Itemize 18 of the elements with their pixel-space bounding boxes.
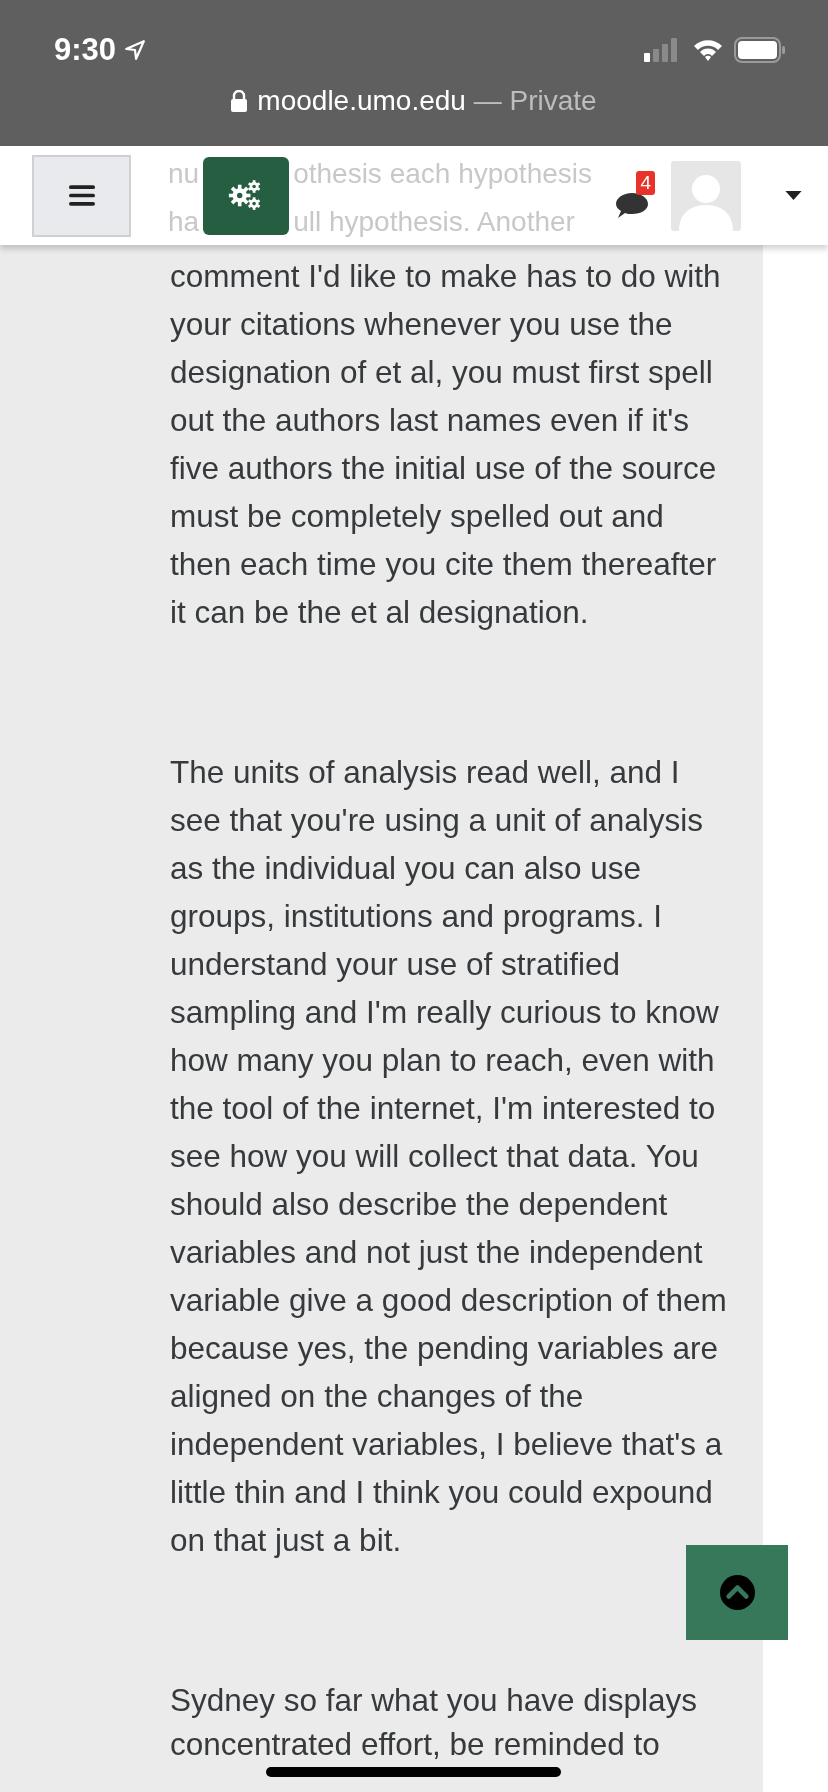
- signal-icon: [644, 38, 680, 62]
- wifi-icon: [692, 38, 724, 62]
- feedback-paragraph: Sydney so far what you have displays concentrated effort, be reminded to: [170, 1681, 699, 1764]
- battery-icon: [734, 37, 786, 63]
- chevron-up-icon: [719, 1575, 755, 1610]
- lock-icon: [231, 90, 248, 112]
- feedback-paragraph: comment I'd like to make has to do with your citations whenever you use the designation of et al, you must first spell out the authors last names even if it's five authors the initial use of the source must be completely spelled out and then each time you cite them thereafter it can be the et al designation.: [170, 257, 722, 632]
- address-text[interactable]: moodle.umo.edu — Private: [257, 85, 597, 117]
- settings-button[interactable]: [203, 156, 289, 235]
- feedback-paragraph: The units of analysis read well, and I see that you're using a unit of analysis as the individual you can also use groups, institutions and programs. I understand your use of stratified sampling and I'm really curious to know how many you plan to reach, even with the tool of the internet, I'm interested to see how you will collect that data. You should also describe the dependent variables and not just the independent variable give a good description of them because yes, the pending variables are aligned on the changes of the independent variables, I believe that's a little thin and I think you could expound on that just a bit.: [170, 753, 728, 1560]
- notification-badge: 4: [636, 170, 655, 195]
- location-arrow-icon: [124, 39, 147, 61]
- caret-icon[interactable]: [785, 191, 802, 200]
- menu-button[interactable]: [32, 154, 131, 237]
- chat-icon[interactable]: [615, 190, 649, 219]
- clock-time: 9:30: [54, 32, 117, 68]
- menu-icon: [68, 185, 95, 206]
- back-to-top-button[interactable]: [686, 1545, 788, 1640]
